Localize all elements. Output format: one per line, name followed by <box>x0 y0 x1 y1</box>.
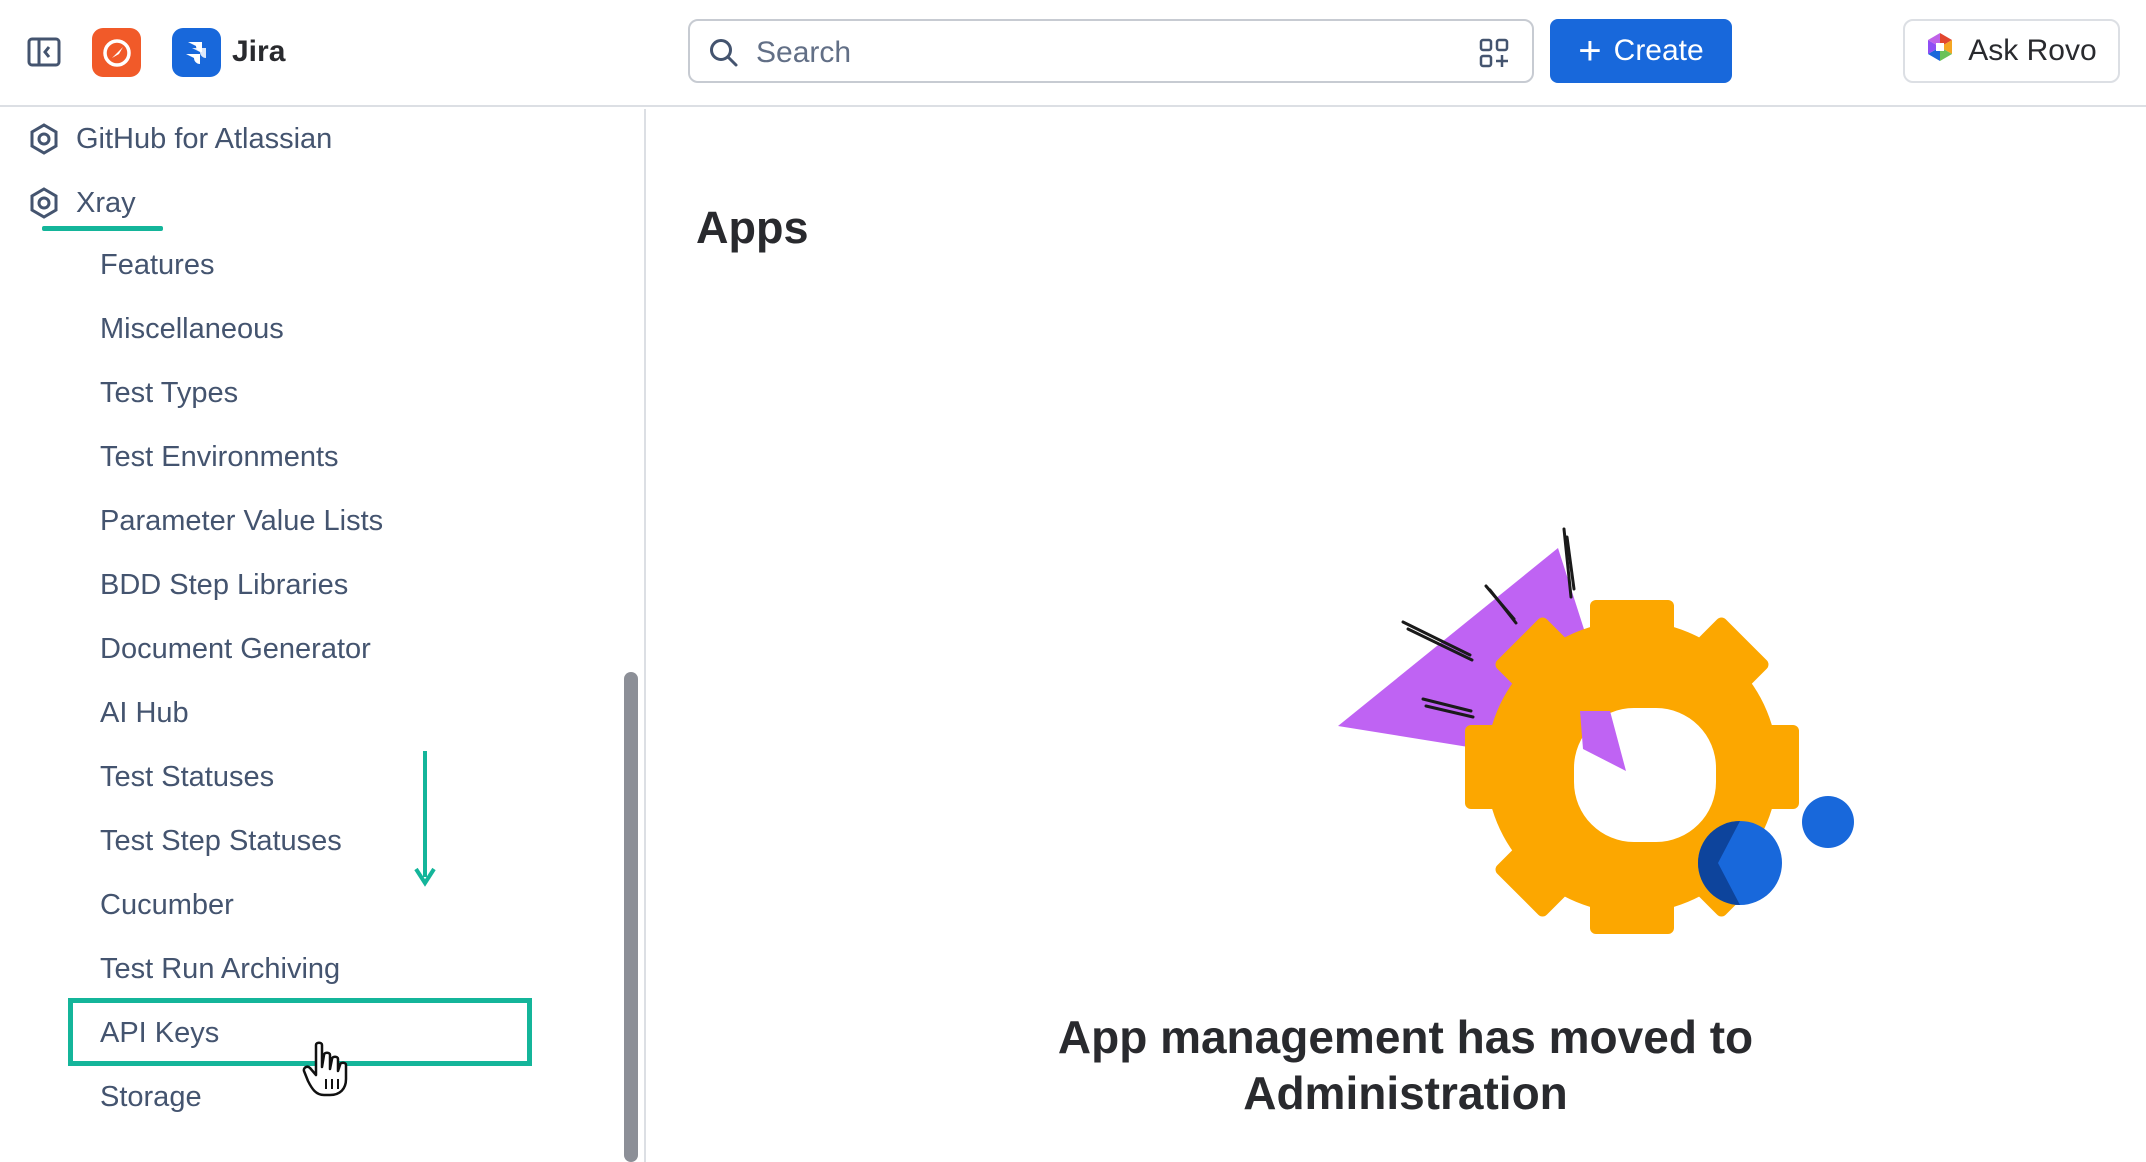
sidebar-item-xray[interactable]: Xray <box>28 183 136 223</box>
apps-grid-icon[interactable] <box>1478 37 1510 69</box>
sidebar-item-bdd-step-libraries[interactable]: BDD Step Libraries <box>100 567 348 603</box>
annotation-down-arrow-icon <box>410 749 440 889</box>
top-navigation-bar: Jira Search + Create Ask Rovo <box>0 0 2146 107</box>
annotation-highlight-box <box>68 998 532 1066</box>
sidebar-item-label: Xray <box>76 186 136 219</box>
sidebar-item-parameter-value-lists[interactable]: Parameter Value Lists <box>100 503 383 539</box>
sidebar: GitHub for Atlassian Xray Features Misce… <box>0 109 646 1162</box>
collapse-sidebar-icon[interactable] <box>27 37 61 67</box>
search-input[interactable]: Search <box>688 19 1534 83</box>
annotation-underline <box>42 226 163 231</box>
create-label: Create <box>1613 34 1704 67</box>
sidebar-item-test-run-archiving[interactable]: Test Run Archiving <box>100 951 340 987</box>
moved-heading: App management has moved to Administrati… <box>648 1009 2048 1121</box>
sidebar-item-features[interactable]: Features <box>100 247 214 283</box>
jira-logo-icon[interactable] <box>172 28 221 77</box>
app-switcher-logo-icon[interactable] <box>92 28 141 77</box>
moved-heading-line-2: Administration <box>1243 1067 1568 1119</box>
rovo-logo-icon <box>1926 31 1954 71</box>
sidebar-item-document-generator[interactable]: Document Generator <box>100 631 371 667</box>
moved-heading-line-1: App management has moved to <box>1057 1011 1754 1063</box>
sidebar-item-miscellaneous[interactable]: Miscellaneous <box>100 311 284 347</box>
sidebar-item-label: GitHub for Atlassian <box>76 122 333 155</box>
ask-rovo-label: Ask Rovo <box>1968 34 2097 67</box>
page-title: Apps <box>696 202 809 253</box>
plus-icon: + <box>1578 29 1602 73</box>
sidebar-item-storage[interactable]: Storage <box>100 1079 202 1115</box>
product-name[interactable]: Jira <box>232 34 285 70</box>
hexagon-app-icon <box>28 187 60 219</box>
sidebar-item-test-step-statuses[interactable]: Test Step Statuses <box>100 823 342 859</box>
search-icon <box>708 37 740 69</box>
sidebar-scrollbar[interactable] <box>624 672 638 1162</box>
main-content: Apps App management has moved to Adminis… <box>648 109 2146 1162</box>
sidebar-item-cucumber[interactable]: Cucumber <box>100 887 234 923</box>
search-placeholder: Search <box>756 36 852 69</box>
sidebar-item-test-environments[interactable]: Test Environments <box>100 439 339 475</box>
sidebar-item-test-statuses[interactable]: Test Statuses <box>100 759 274 795</box>
hexagon-app-icon <box>28 123 60 155</box>
sidebar-item-test-types[interactable]: Test Types <box>100 375 238 411</box>
sidebar-item-github-for-atlassian[interactable]: GitHub for Atlassian <box>28 119 332 159</box>
ask-rovo-button[interactable]: Ask Rovo <box>1903 19 2120 83</box>
sidebar-item-ai-hub[interactable]: AI Hub <box>100 695 189 731</box>
hand-pointer-cursor-icon <box>302 1041 348 1097</box>
create-button[interactable]: + Create <box>1550 19 1732 83</box>
gear-illustration <box>1258 409 1858 959</box>
